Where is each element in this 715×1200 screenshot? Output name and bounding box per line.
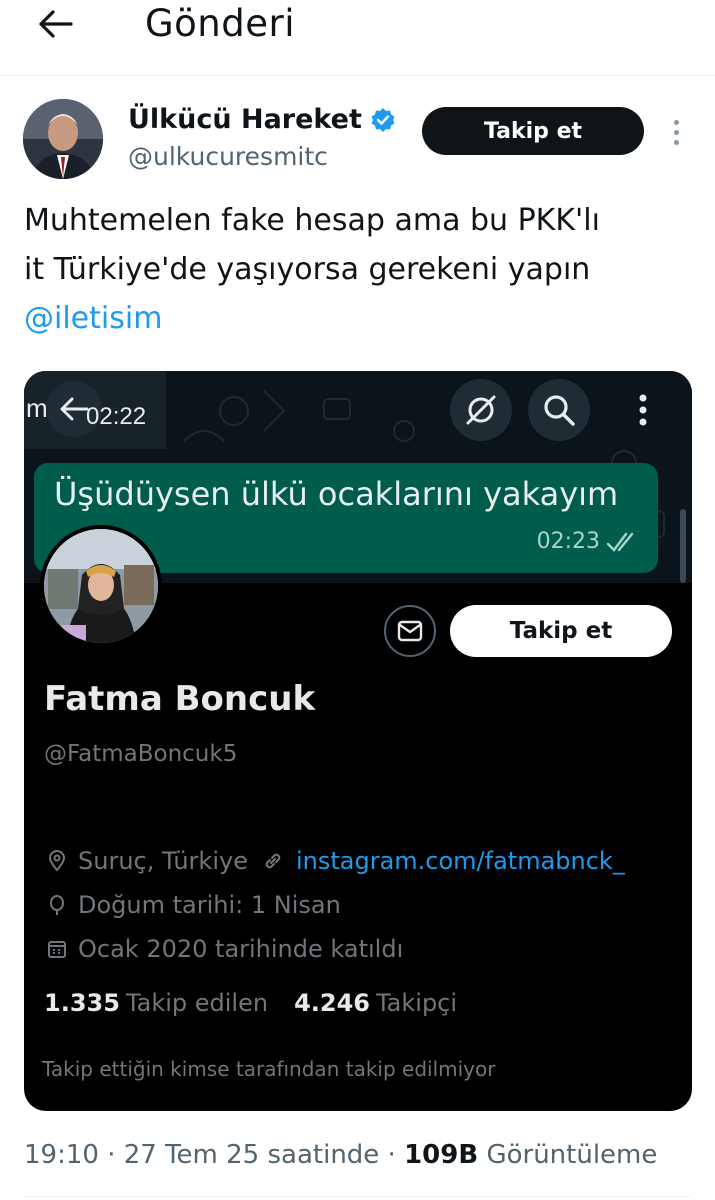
mail-icon: [397, 620, 423, 642]
location-icon: [48, 850, 66, 872]
verified-badge-icon: [371, 107, 395, 132]
mention-link[interactable]: @iletisim: [24, 294, 694, 343]
divider: [24, 1196, 691, 1197]
profile-joined-row: Ocak 2020 tarihinde katıldı: [46, 935, 403, 963]
profile-avatar[interactable]: [40, 525, 162, 647]
partial-name: m: [26, 393, 48, 423]
no-signal-icon: [466, 395, 496, 425]
message-text: Üşüdüysen ülkü ocaklarını yakayım: [54, 475, 619, 513]
followers-stat[interactable]: 4.246 Takipçi: [294, 989, 457, 1017]
more-options-button[interactable]: [664, 112, 688, 152]
profile-location: Suruç, Türkiye: [78, 847, 248, 875]
chat-time: 02:22: [86, 403, 147, 430]
chat-scrollbar[interactable]: [680, 509, 686, 583]
view-label: Görüntüleme: [478, 1140, 658, 1170]
profile-link[interactable]: instagram.com/fatmabnck_: [296, 847, 625, 875]
message-button[interactable]: [384, 605, 436, 657]
tweet-text-line-1: Muhtemelen fake hesap ama bu PKK'lı: [24, 203, 600, 238]
author-avatar[interactable]: [23, 99, 103, 179]
profile-follow-button[interactable]: Takip et: [450, 605, 672, 657]
tweet-date[interactable]: 27 Tem 25 saatinde: [124, 1140, 380, 1170]
profile-handle: @FatmaBoncuk5: [44, 741, 238, 767]
tweet-media-image[interactable]: m 02:22 Üşüdüysen ülkü ocaklarını yakayı…: [24, 371, 692, 1111]
chat-menu-button[interactable]: [612, 379, 674, 441]
tweet-text: Muhtemelen fake hesap ama bu PKK'lı it T…: [24, 196, 694, 343]
more-vertical-icon: [639, 394, 647, 426]
profile-name: Fatma Boncuk: [44, 679, 316, 719]
follow-note: Takip ettiğin kimse tarafından takip edi…: [42, 1057, 496, 1081]
search-icon: [544, 395, 575, 426]
chat-search-button[interactable]: [528, 379, 590, 441]
tweet-text-line-2: it Türkiye'de yaşıyorsa gerekeni yapın: [24, 252, 591, 287]
back-arrow-icon: [60, 397, 89, 421]
calendar-icon: [48, 941, 66, 958]
profile-stats: 1.335 Takip edilen 4.246 Takipçi: [44, 989, 457, 1017]
tweet-timestamp: 19:10 · 27 Tem 25 saatinde · 109B Görünt…: [24, 1140, 658, 1170]
author-name-row: Ülkücü Hareket: [128, 104, 396, 135]
author-handle[interactable]: @ulkucuresmitc: [128, 142, 328, 171]
view-count[interactable]: 109B: [404, 1140, 478, 1170]
top-bar: Gönderi: [0, 0, 715, 76]
message-time: 02:23: [536, 529, 600, 554]
page-title: Gönderi: [145, 2, 296, 45]
double-check-icon: [606, 532, 634, 552]
profile-birthday-row: Doğum tarihi: 1 Nisan: [46, 891, 341, 919]
more-vertical-icon: [673, 119, 679, 125]
no-signal-button[interactable]: [450, 379, 512, 441]
tweet-time[interactable]: 19:10: [24, 1140, 99, 1170]
balloon-icon: [50, 895, 64, 915]
back-arrow-icon: [39, 10, 73, 38]
following-stat[interactable]: 1.335 Takip edilen: [44, 989, 268, 1017]
profile-birthday: Doğum tarihi: 1 Nisan: [78, 891, 341, 919]
author-name[interactable]: Ülkücü Hareket: [128, 104, 362, 135]
profile-joined: Ocak 2020 tarihinde katıldı: [78, 935, 404, 963]
link-icon: [265, 853, 281, 869]
back-button[interactable]: [30, 2, 80, 46]
profile-location-row: Suruç, Türkiye instagram.com/fatmabnck_: [46, 847, 625, 875]
follow-button[interactable]: Takip et: [422, 107, 644, 155]
